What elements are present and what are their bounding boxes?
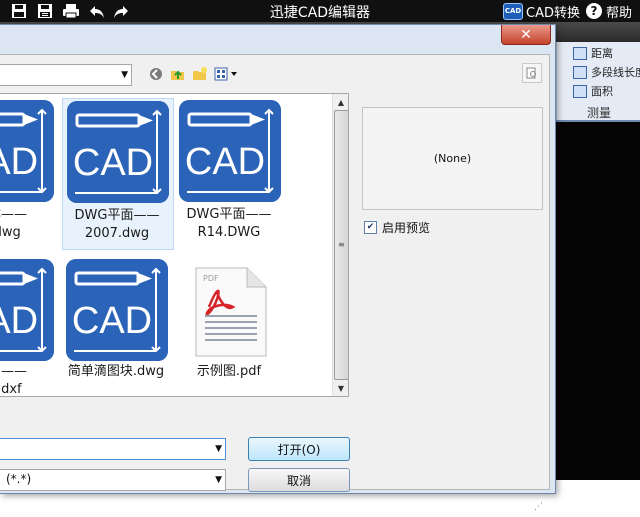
- cancel-button[interactable]: 取消: [248, 468, 350, 492]
- cad-file-icon: CAD: [179, 100, 281, 202]
- measure-polyline-length-label: 多段线长度: [591, 66, 640, 79]
- grip-icon: ≡: [338, 240, 345, 249]
- enable-preview-checkbox[interactable]: ✔ 启用预览: [364, 219, 430, 235]
- chevron-down-icon: ▼: [215, 475, 222, 485]
- up-folder-icon[interactable]: [170, 66, 186, 82]
- preview-text: (None): [433, 152, 472, 165]
- help-icon: ?: [586, 3, 602, 19]
- enable-preview-label: 启用预览: [382, 220, 431, 235]
- cad-tile-text: CAD: [0, 141, 38, 183]
- new-folder-icon[interactable]: [192, 66, 208, 82]
- file-type-dropdown[interactable]: (*.*) ▼: [0, 469, 226, 491]
- preview-toggle-icon[interactable]: [522, 63, 542, 83]
- cad-convert-icon: CAD: [503, 2, 523, 20]
- measure-area-button[interactable]: 面积: [573, 83, 613, 99]
- preview-pane: (None): [362, 107, 543, 210]
- cad-convert-label: CAD转换: [526, 5, 580, 21]
- dialog-body: ▼ CAD 立体——4.dwg: [0, 54, 550, 512]
- distance-icon: [573, 46, 587, 60]
- file-item-6[interactable]: PDF 示例图.pdf: [175, 257, 285, 396]
- cad-tile-text: CAD: [73, 142, 153, 184]
- cad-tile-text: CAD: [0, 300, 38, 342]
- file-name: DWG平面—— R14.DWG: [186, 207, 272, 240]
- open-button[interactable]: 打开(O): [248, 437, 350, 461]
- chevron-down-icon: ▼: [215, 444, 222, 454]
- cad-convert-button[interactable]: CAD CAD转换: [503, 2, 580, 21]
- file-item-3[interactable]: CAD DWG平面—— R14.DWG: [175, 98, 285, 248]
- scroll-down-icon[interactable]: ▼: [333, 380, 348, 396]
- measure-area-label: 面积: [591, 85, 613, 98]
- measure-polyline-length-button[interactable]: 多段线长度: [573, 64, 640, 80]
- file-name: 示例图.pdf: [196, 364, 262, 379]
- cad-file-icon: CAD: [0, 259, 54, 361]
- cad-file-icon: CAD: [67, 101, 169, 203]
- close-icon: ✕: [520, 26, 532, 43]
- svg-text:PDF: PDF: [203, 274, 219, 283]
- file-list-scrollbar[interactable]: ▲ ≡ ▼: [332, 94, 348, 396]
- measure-distance-label: 距离: [591, 47, 613, 60]
- chevron-down-icon: ▼: [121, 70, 128, 80]
- open-file-dialog: ✕ ▼ CAD 立体——4.dwg: [0, 24, 556, 512]
- measure-panel: 距离 多段线长度 面积 测量: [556, 42, 640, 120]
- help-label: 帮助: [606, 5, 633, 21]
- cad-file-icon: CAD: [0, 100, 54, 202]
- scrollbar-thumb[interactable]: ≡: [334, 110, 348, 380]
- look-in-dropdown[interactable]: ▼: [0, 64, 132, 86]
- file-name-input[interactable]: ▼: [0, 438, 226, 460]
- measure-group-label: 测量: [586, 106, 611, 120]
- cad-tile-text: CAD: [185, 141, 265, 183]
- cad-tile-text: CAD: [72, 300, 152, 342]
- polyline-length-icon: [573, 65, 587, 79]
- area-icon: [573, 84, 587, 98]
- cad-file-icon: CAD: [66, 259, 168, 361]
- resize-grip-icon[interactable]: ⋰: [534, 503, 548, 517]
- pdf-file-icon: PDF: [195, 267, 267, 357]
- scroll-up-icon[interactable]: ▲: [333, 94, 348, 110]
- view-menu-icon[interactable]: [214, 66, 240, 82]
- navigation-toolbar: [148, 65, 246, 83]
- drawing-canvas[interactable]: [556, 120, 640, 482]
- dialog-close-button[interactable]: ✕: [501, 25, 551, 45]
- file-list[interactable]: CAD 立体——4.dwg CAD DWG平面——2007.dwg CAD DW…: [0, 93, 349, 397]
- back-icon[interactable]: [148, 66, 164, 82]
- checkbox-check-icon: ✔: [364, 220, 377, 234]
- title-bar: 迅捷CAD编辑器 CAD CAD转换 ? 帮助: [0, 0, 640, 22]
- help-button[interactable]: ? 帮助: [586, 2, 633, 21]
- file-type-value: (*.*): [6, 472, 32, 486]
- measure-distance-button[interactable]: 距离: [573, 45, 613, 61]
